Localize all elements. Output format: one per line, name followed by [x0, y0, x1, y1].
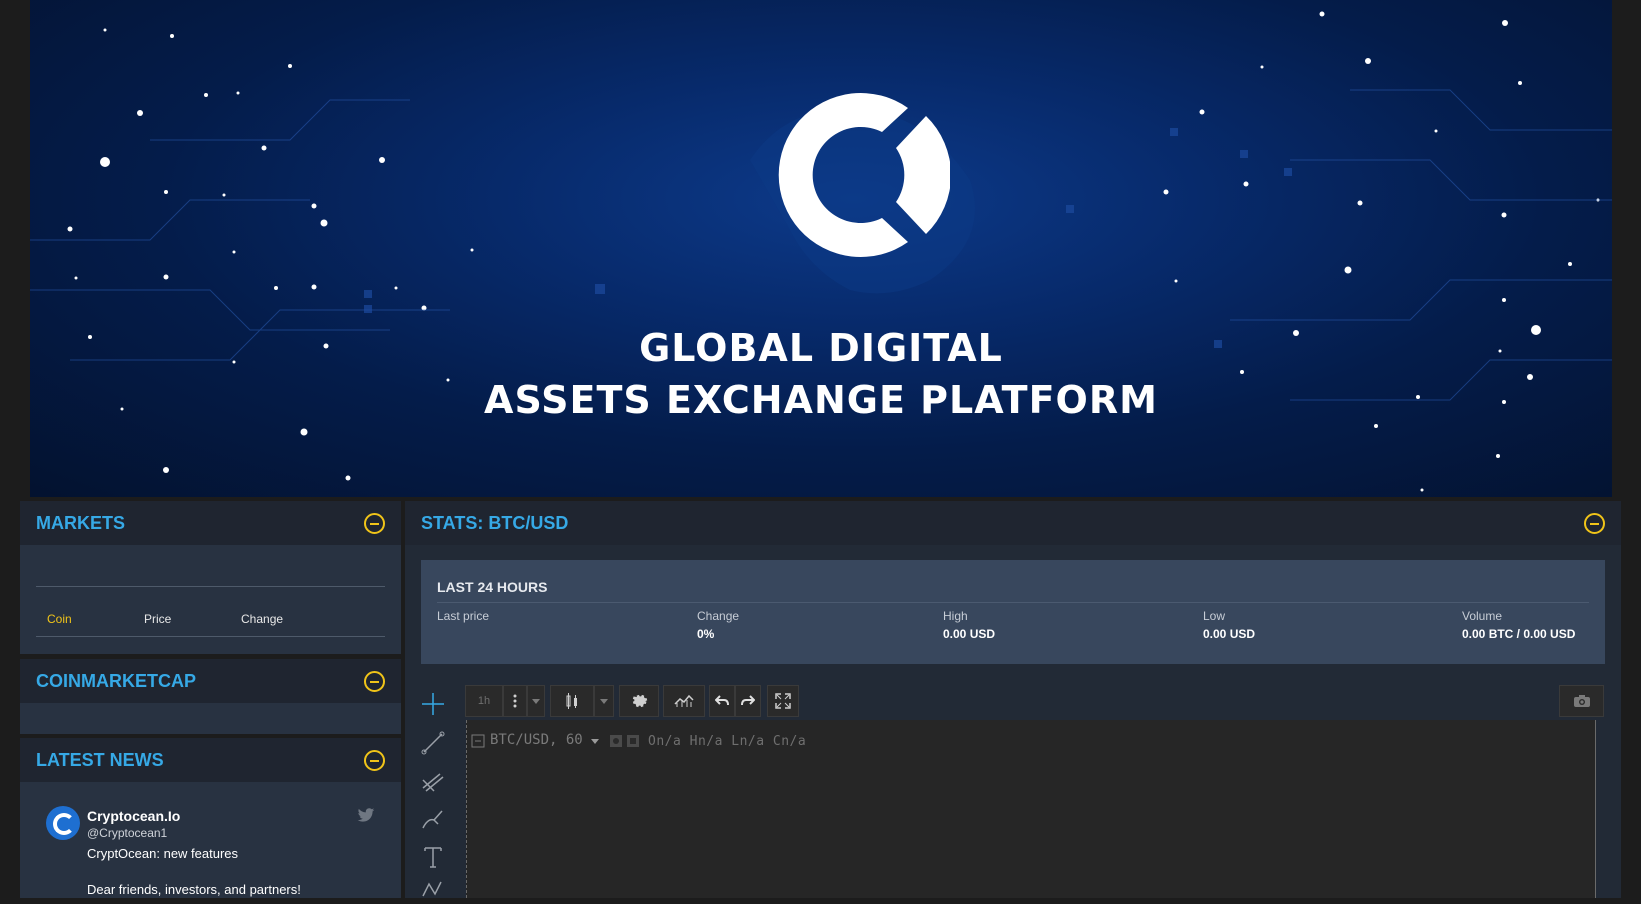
redo-icon[interactable]	[735, 685, 761, 717]
news-title: LATEST NEWS	[36, 749, 164, 770]
markets-header-divider	[36, 636, 385, 637]
headline-line-1: GLOBAL DIGITAL	[639, 326, 1003, 370]
news-headline: CryptOcean: new features	[87, 846, 239, 861]
pattern-tool-icon[interactable]	[420, 878, 446, 904]
stats-section-title: LAST 24 HOURS	[437, 579, 548, 595]
stat-low-label: Low	[1203, 609, 1226, 623]
last-24h-stats: LAST 24 HOURS Last price Change 0% High …	[421, 560, 1605, 664]
markets-panel-header: MARKETS	[20, 501, 401, 545]
crosshair-icon[interactable]	[420, 691, 446, 717]
fib-tool-icon[interactable]	[420, 768, 446, 794]
chart-symbol-label[interactable]: BTC/USD, 60	[490, 732, 583, 748]
coinmarketcap-title: COINMARKETCAP	[36, 670, 196, 691]
news-panel-header: LATEST NEWS	[20, 738, 401, 782]
collapse-coinmarketcap-icon[interactable]	[364, 670, 385, 692]
stats-panel-header: STATS: BTC/USD	[405, 501, 1621, 545]
markets-panel-body	[20, 545, 401, 654]
markets-title: MARKETS	[36, 512, 125, 533]
interval-button[interactable]: 1h	[465, 685, 503, 717]
interval-menu-icon[interactable]	[503, 685, 527, 717]
stat-volume-label: Volume	[1462, 609, 1503, 623]
collapse-legend-icon[interactable]	[471, 734, 485, 748]
settings-gear-icon[interactable]	[619, 685, 659, 717]
candles-icon[interactable]	[550, 685, 594, 717]
stat-high-label: High	[943, 609, 968, 623]
stats-title: STATS: BTC/USD	[421, 512, 569, 533]
stat-high-value: 0.00 USD	[943, 627, 996, 641]
screenshot-camera-icon[interactable]	[1559, 685, 1604, 717]
news-author-handle[interactable]: @Cryptocean1	[87, 826, 167, 840]
twitter-icon[interactable]	[357, 806, 375, 824]
coinmarketcap-panel-header: COINMARKETCAP	[20, 659, 401, 703]
brush-icon[interactable]	[420, 806, 446, 832]
markets-col-price[interactable]: Price	[144, 612, 171, 626]
cryptocean-logo-icon	[778, 93, 950, 257]
markets-search-divider	[36, 586, 385, 587]
indicators-icon[interactable]	[663, 685, 705, 717]
collapse-stats-icon[interactable]	[1584, 512, 1605, 534]
trend-line-icon[interactable]	[420, 730, 446, 756]
news-body: Dear friends, investors, and partners!	[87, 882, 301, 897]
stat-change-value: 0%	[697, 627, 715, 641]
stat-low-value: 0.00 USD	[1203, 627, 1256, 641]
stats-divider	[437, 602, 1589, 603]
chart-type-dropdown-icon[interactable]	[594, 685, 614, 717]
collapse-markets-icon[interactable]	[364, 512, 385, 534]
collapse-news-icon[interactable]	[364, 749, 385, 771]
symbol-dropdown-icon[interactable]	[591, 739, 599, 744]
stat-last-price-label: Last price	[437, 609, 490, 623]
markets-col-change[interactable]: Change	[241, 612, 283, 626]
stat-volume-value: 0.00 BTC / 0.00 USD	[1462, 627, 1576, 641]
undo-icon[interactable]	[709, 685, 735, 717]
text-tool-icon[interactable]	[420, 844, 446, 870]
markets-col-coin[interactable]: Coin	[47, 612, 72, 626]
chart-ohlc-values: On/a Hn/a Ln/a Cn/a	[648, 734, 807, 749]
interval-dropdown-icon[interactable]	[527, 685, 545, 717]
news-panel-body	[20, 782, 401, 898]
headline-line-2: ASSETS EXCHANGE PLATFORM	[484, 378, 1158, 422]
news-author-name[interactable]: Cryptocean.Io	[87, 808, 180, 824]
fullscreen-icon[interactable]	[767, 685, 799, 717]
stat-change-label: Change	[697, 609, 740, 623]
hero-banner: GLOBAL DIGITAL ASSETS EXCHANGE PLATFORM	[30, 0, 1612, 497]
legend-visibility-icons[interactable]	[609, 734, 641, 748]
coinmarketcap-panel-body	[20, 703, 401, 734]
news-author-avatar[interactable]	[46, 806, 80, 840]
